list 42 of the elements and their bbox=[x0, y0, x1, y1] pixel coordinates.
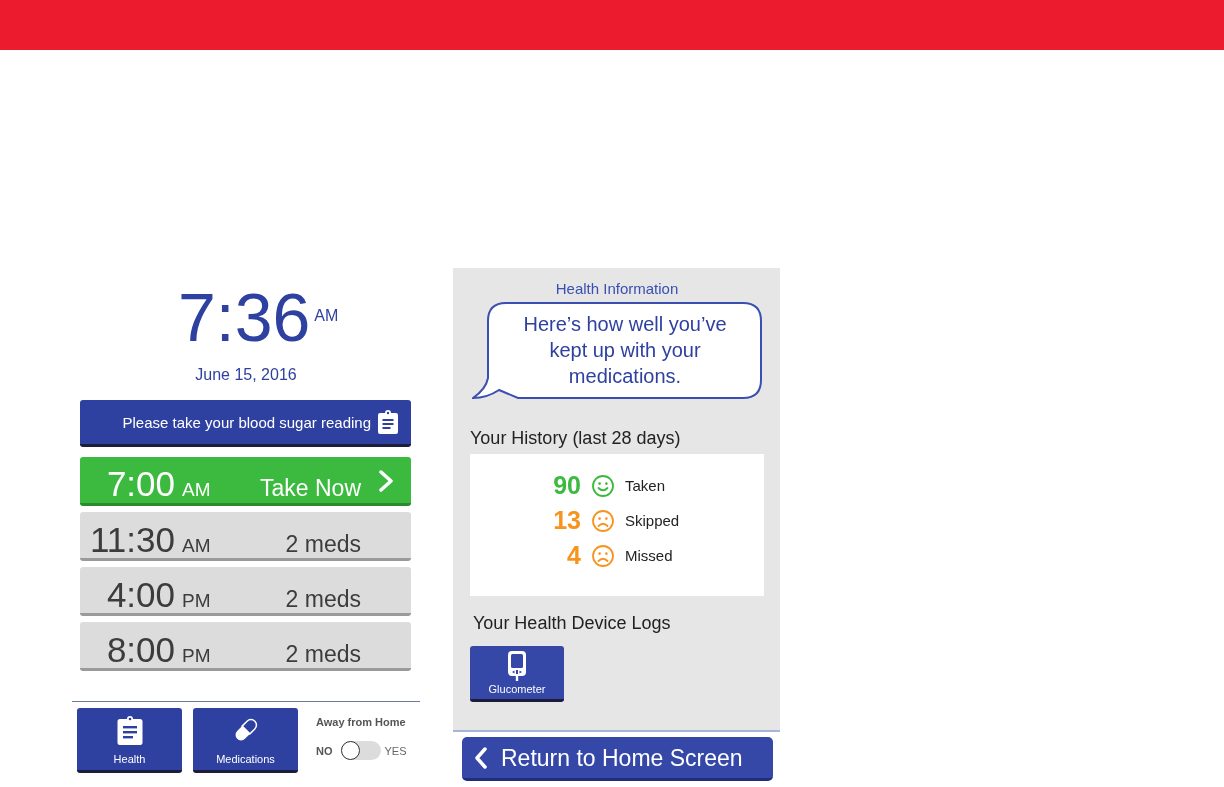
dose-time: 7:00 bbox=[105, 465, 175, 503]
dose-status: Take Now bbox=[259, 475, 361, 502]
dose-status: 2 meds bbox=[284, 641, 361, 668]
dose-row[interactable]: 8:00 PM 2 meds bbox=[80, 622, 411, 671]
toggle-off-label: NO bbox=[316, 744, 333, 757]
stat-count: 90 bbox=[552, 471, 581, 500]
clock-time: 7:36 bbox=[178, 283, 311, 351]
clock-period: AM bbox=[314, 308, 339, 324]
medications-button[interactable]: Medications bbox=[193, 708, 298, 773]
dose-period: AM bbox=[181, 535, 211, 557]
stat-label: Taken bbox=[625, 477, 667, 494]
stat-count: 13 bbox=[552, 506, 581, 535]
reminder-button[interactable]: Please take your blood sugar reading bbox=[80, 400, 411, 447]
dose-period: PM bbox=[181, 645, 211, 667]
dose-period: PM bbox=[181, 590, 211, 612]
history-title: Your History (last 28 days) bbox=[470, 427, 682, 449]
dose-period: AM bbox=[181, 479, 211, 501]
dose-row[interactable]: 11:30 AM 2 meds bbox=[80, 512, 411, 561]
device-logs-title: Your Health Device Logs bbox=[473, 612, 672, 634]
chevron-right-icon bbox=[377, 470, 395, 492]
glucometer-button[interactable]: Glucometer bbox=[470, 646, 564, 702]
stat-label: Missed bbox=[625, 547, 674, 564]
clipboard-icon bbox=[116, 715, 143, 745]
clipboard-icon bbox=[377, 410, 399, 434]
message-text: Here’s how well you’ve kept up with your medications. bbox=[522, 312, 728, 389]
toggle-on-label: YES bbox=[384, 744, 407, 757]
date-text: June 15, 2016 bbox=[194, 365, 298, 385]
chevron-left-icon bbox=[474, 746, 488, 769]
toggle-switch[interactable] bbox=[340, 741, 381, 760]
dose-status: 2 meds bbox=[284, 531, 361, 558]
dose-time: 4:00 bbox=[105, 576, 175, 614]
dose-row[interactable]: 4:00 PM 2 meds bbox=[80, 567, 411, 616]
return-home-button[interactable]: Return to Home Screen bbox=[462, 737, 773, 781]
health-button[interactable]: Health bbox=[77, 708, 182, 773]
away-from-home-label: Away from Home bbox=[316, 715, 407, 729]
dose-time: 11:30 bbox=[89, 521, 175, 559]
stat-count: 4 bbox=[566, 541, 581, 570]
dose-time: 8:00 bbox=[105, 631, 175, 669]
dose-status: 2 meds bbox=[284, 586, 361, 613]
screen-title: Health Information bbox=[554, 280, 680, 298]
glucometer-icon bbox=[507, 650, 527, 682]
stat-label: Skipped bbox=[625, 512, 681, 529]
